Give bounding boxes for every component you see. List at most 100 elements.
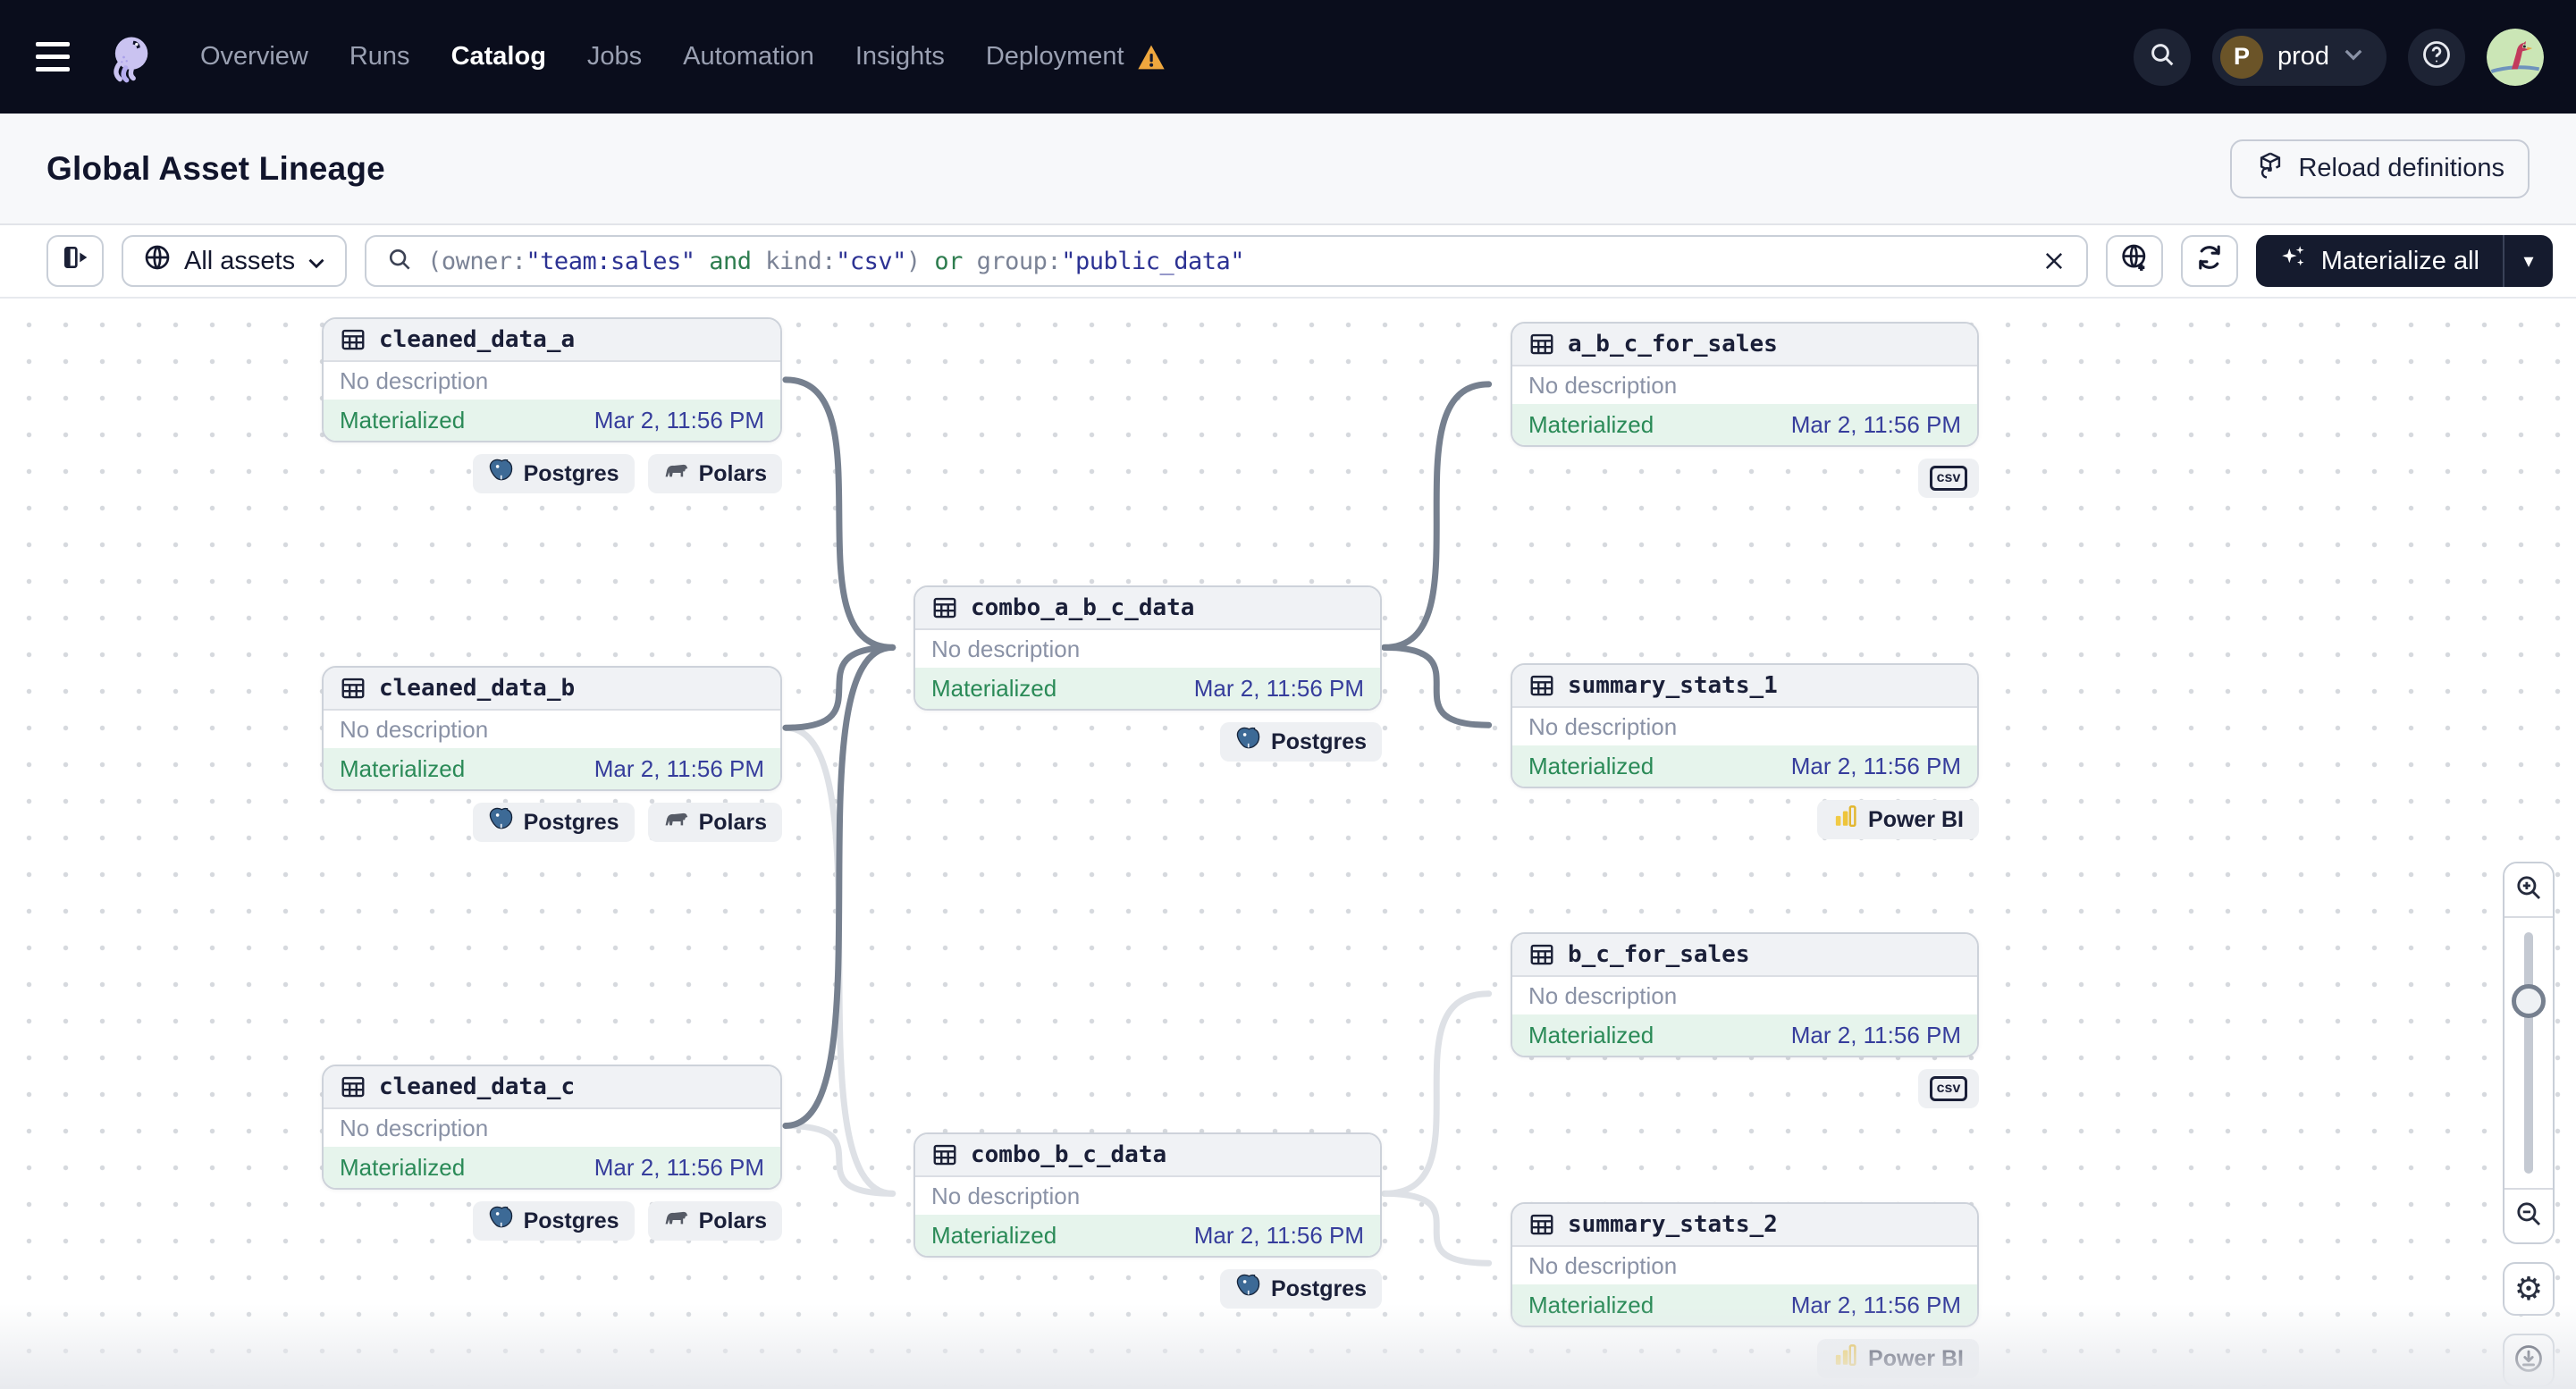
asset-node-a_b_c_for_sales[interactable]: a_b_c_for_sales No description Materiali…: [1511, 322, 1979, 498]
kind-badge-polars[interactable]: Polars: [647, 1201, 782, 1241]
nav-item-overview[interactable]: Overview: [200, 42, 308, 72]
asset-node-summary_stats_1[interactable]: summary_stats_1 No description Materiali…: [1511, 663, 1979, 839]
kind-badge-postgres[interactable]: Postgres: [472, 454, 635, 493]
kind-badge-powerbi[interactable]: Power BI: [1817, 800, 1979, 839]
asset-card[interactable]: b_c_for_sales No description Materialize…: [1511, 932, 1979, 1057]
zoom-in-button[interactable]: [2504, 863, 2553, 918]
asset-card[interactable]: combo_a_b_c_data No description Material…: [913, 585, 1382, 711]
asset-scope-dropdown[interactable]: All assets: [122, 235, 348, 287]
kind-badge-postgres[interactable]: Postgres: [1220, 1269, 1382, 1309]
postgres-icon: [1235, 726, 1261, 758]
asset-timestamp-link[interactable]: Mar 2, 11:56 PM: [1791, 753, 1961, 780]
kind-badge-postgres[interactable]: Postgres: [472, 1201, 635, 1241]
polars-icon: [663, 1205, 689, 1237]
refresh-button[interactable]: [2180, 235, 2238, 287]
lineage-graph-canvas[interactable]: ⚙ cleaned_data_a No description Material…: [0, 297, 2576, 1389]
nav-item-automation[interactable]: Automation: [683, 42, 814, 72]
asset-card[interactable]: summary_stats_2 No description Materiali…: [1511, 1202, 1979, 1327]
asset-description: No description: [931, 635, 1081, 662]
asset-timestamp-link[interactable]: Mar 2, 11:56 PM: [1791, 1292, 1961, 1319]
reload-definitions-label: Reload definitions: [2298, 154, 2504, 182]
asset-node-cleaned_data_c[interactable]: cleaned_data_c No description Materializ…: [322, 1065, 782, 1241]
asset-description: No description: [1528, 371, 1678, 399]
asset-card-header: combo_b_c_data: [915, 1134, 1380, 1177]
asset-description: No description: [1528, 1251, 1678, 1279]
asset-node-b_c_for_sales[interactable]: b_c_for_sales No description Materialize…: [1511, 932, 1979, 1108]
asset-kind-badges: Power BI: [1511, 1339, 1979, 1378]
asset-card-header: cleaned_data_b: [324, 668, 780, 711]
asset-kind-badges: csv: [1511, 1069, 1979, 1108]
asset-card[interactable]: summary_stats_1 No description Materiali…: [1511, 663, 1979, 788]
asset-description: No description: [1528, 981, 1678, 1009]
nav-item-catalog[interactable]: Catalog: [451, 42, 546, 72]
asset-node-cleaned_data_b[interactable]: cleaned_data_b No description Materializ…: [322, 666, 782, 842]
asset-status: Materialized: [340, 1153, 466, 1181]
csv-icon: csv: [1930, 1076, 1967, 1101]
kind-badge-csv[interactable]: csv: [1918, 459, 1979, 498]
asset-name: cleaned_data_a: [379, 326, 576, 353]
environment-switcher[interactable]: P prod: [2211, 28, 2387, 86]
zoom-out-button[interactable]: [2504, 1188, 2553, 1242]
postgres-icon: [1235, 1273, 1261, 1305]
asset-status: Materialized: [340, 754, 466, 782]
search-button[interactable]: [2133, 28, 2191, 86]
dagster-logo[interactable]: [104, 30, 157, 84]
asset-timestamp-link[interactable]: Mar 2, 11:56 PM: [1791, 1022, 1961, 1049]
asset-card[interactable]: cleaned_data_a No description Materializ…: [322, 317, 782, 442]
asset-status-row: Materialized Mar 2, 11:56 PM: [324, 748, 780, 789]
kind-badge-polars[interactable]: Polars: [647, 454, 782, 493]
kind-badge-postgres[interactable]: Postgres: [472, 803, 635, 842]
asset-timestamp-link[interactable]: Mar 2, 11:56 PM: [1194, 675, 1364, 703]
materialize-options-caret[interactable]: ▾: [2504, 235, 2553, 287]
asset-timestamp-link[interactable]: Mar 2, 11:56 PM: [1194, 1222, 1364, 1250]
asset-timestamp-link[interactable]: Mar 2, 11:56 PM: [594, 755, 764, 783]
user-avatar[interactable]: [2487, 28, 2544, 86]
asset-card-header: b_c_for_sales: [1512, 934, 1977, 977]
asset-card[interactable]: cleaned_data_b No description Materializ…: [322, 666, 782, 791]
kind-badge-powerbi[interactable]: Power BI: [1817, 1339, 1979, 1378]
reload-definitions-button[interactable]: Reload definitions: [2230, 139, 2530, 198]
nav-item-label: Insights: [854, 42, 945, 71]
menu-icon[interactable]: [36, 34, 82, 80]
asset-status: Materialized: [931, 1221, 1057, 1249]
asset-node-summary_stats_2[interactable]: summary_stats_2 No description Materiali…: [1511, 1202, 1979, 1378]
asset-card[interactable]: combo_b_c_data No description Materializ…: [913, 1132, 1382, 1258]
asset-kind-badges: Postgres: [913, 722, 1382, 762]
table-icon: [340, 675, 366, 702]
asset-name: summary_stats_1: [1568, 672, 1778, 699]
kind-badge-csv[interactable]: csv: [1918, 1069, 1979, 1108]
nav-item-insights[interactable]: Insights: [855, 42, 945, 72]
help-button[interactable]: [2408, 28, 2465, 86]
asset-node-combo_b_c_data[interactable]: combo_b_c_data No description Materializ…: [913, 1132, 1382, 1309]
asset-timestamp-link[interactable]: Mar 2, 11:56 PM: [594, 407, 764, 434]
asset-card[interactable]: cleaned_data_c No description Materializ…: [322, 1065, 782, 1190]
graph-settings-button[interactable]: ⚙: [2503, 1262, 2555, 1316]
zoom-slider-track[interactable]: [2524, 932, 2533, 1174]
asset-node-cleaned_data_a[interactable]: cleaned_data_a No description Materializ…: [322, 317, 782, 493]
asset-timestamp-link[interactable]: Mar 2, 11:56 PM: [1791, 411, 1961, 439]
zoom-controls: [2503, 862, 2555, 1244]
materialize-all-button[interactable]: Materialize all: [2256, 235, 2503, 287]
download-graph-button[interactable]: [2503, 1334, 2555, 1387]
nav-item-jobs[interactable]: Jobs: [587, 42, 642, 72]
asset-card[interactable]: a_b_c_for_sales No description Materiali…: [1511, 322, 1979, 447]
kind-badge-polars[interactable]: Polars: [647, 803, 782, 842]
asset-status: Materialized: [1528, 1021, 1654, 1048]
materialize-all-label: Materialize all: [2320, 246, 2479, 275]
nav-item-runs[interactable]: Runs: [349, 42, 410, 72]
asset-node-combo_a_b_c_data[interactable]: combo_a_b_c_data No description Material…: [913, 585, 1382, 762]
asset-status-row: Materialized Mar 2, 11:56 PM: [324, 400, 780, 441]
reload-cube-icon: [2255, 150, 2286, 188]
asset-timestamp-link[interactable]: Mar 2, 11:56 PM: [594, 1154, 764, 1182]
kind-badge-postgres[interactable]: Postgres: [1220, 722, 1382, 762]
nav-item-deployment[interactable]: Deployment: [986, 42, 1166, 72]
table-icon: [931, 1141, 958, 1168]
zoom-slider-handle[interactable]: [2512, 984, 2546, 1018]
open-in-new-scope-button[interactable]: [2105, 235, 2163, 287]
clear-filter-icon[interactable]: [2041, 248, 2067, 274]
asset-filter-input[interactable]: (owner:"team:sales" and kind:"csv") or g…: [365, 235, 2088, 287]
collapse-sidebar-button[interactable]: [46, 235, 104, 287]
asset-name: a_b_c_for_sales: [1568, 331, 1778, 358]
search-icon: [386, 246, 413, 277]
asset-card-header: summary_stats_2: [1512, 1204, 1977, 1247]
